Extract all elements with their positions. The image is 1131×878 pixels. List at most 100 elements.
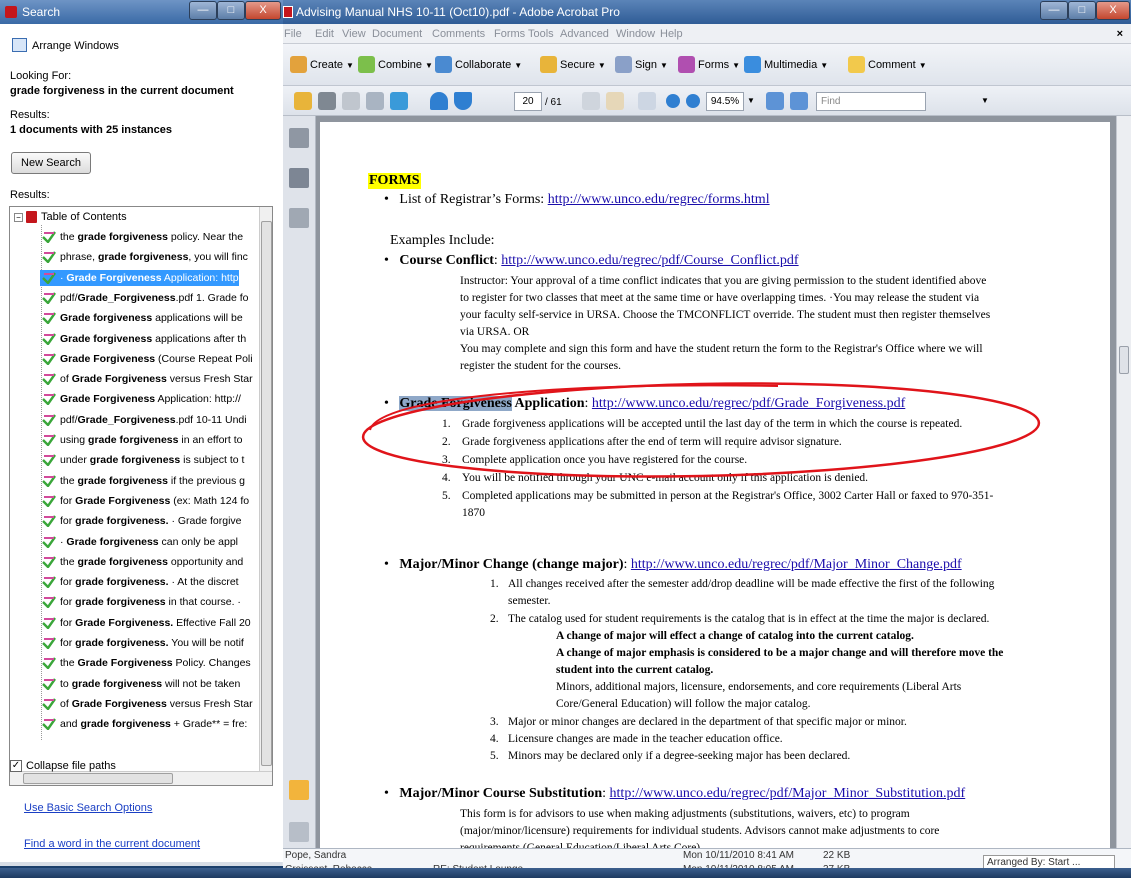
scrollbar-thumb[interactable] — [1119, 346, 1129, 374]
search-hit-icon — [42, 474, 56, 488]
collapse-icon[interactable]: − — [14, 212, 23, 222]
table-of-contents-node[interactable]: − Table of Contents — [14, 211, 127, 224]
registrar-forms-link[interactable]: http://www.unco.edu/regrec/forms.html — [548, 192, 770, 207]
find-dropdown-icon[interactable]: ▼ — [981, 96, 989, 105]
previous-page-icon[interactable] — [430, 92, 448, 110]
menu-document[interactable]: Document — [372, 28, 422, 40]
menu-help[interactable]: Help — [660, 28, 683, 40]
sign-button[interactable]: Sign ▼ — [615, 55, 668, 75]
scrollbar-thumb[interactable] — [23, 773, 173, 784]
comments-icon[interactable] — [289, 780, 309, 800]
menu-tools[interactable]: Tools — [528, 28, 554, 40]
collapse-file-paths-checkbox[interactable]: ✓ Collapse file paths — [10, 760, 116, 773]
mc-number: 1. — [490, 578, 499, 590]
minimize-button[interactable]: — — [189, 1, 217, 20]
menu-comments[interactable]: Comments — [432, 28, 485, 40]
search-result-item[interactable]: the grade forgiveness opportunity and — [40, 554, 243, 570]
zoom-in-icon[interactable] — [686, 94, 700, 108]
basic-search-options-link[interactable]: Use Basic Search Options — [24, 802, 152, 814]
results-horizontal-scrollbar[interactable] — [10, 771, 272, 785]
search-result-item[interactable]: · Grade Forgiveness Application: http — [40, 269, 239, 286]
minimize-button[interactable]: — — [1040, 1, 1068, 20]
zoom-dropdown-icon[interactable]: ▼ — [747, 96, 755, 105]
search-result-item[interactable]: for grade forgiveness. · Grade forgive — [40, 513, 242, 529]
search-result-item[interactable]: under grade forgiveness is subject to t — [40, 452, 244, 468]
search-result-item[interactable]: for grade forgiveness in that course. · — [40, 594, 241, 610]
search-result-item[interactable]: of Grade Forgiveness versus Fresh Star — [40, 371, 253, 387]
results-vertical-scrollbar[interactable] — [259, 207, 272, 771]
menu-file[interactable]: File — [284, 28, 302, 40]
combine-button[interactable]: Combine ▼ — [358, 55, 433, 75]
search-result-item[interactable]: Grade forgiveness applications after th — [40, 331, 246, 347]
search-hit-icon — [42, 271, 56, 285]
menu-edit[interactable]: Edit — [315, 28, 334, 40]
search-result-item[interactable]: Grade forgiveness applications will be — [40, 310, 243, 326]
maximize-button[interactable]: □ — [1068, 1, 1096, 20]
close-button[interactable]: X — [1096, 1, 1130, 20]
search-result-item[interactable]: pdf/Grade_Forgiveness.pdf 10-11 Undi — [40, 412, 247, 428]
marquee-zoom-icon[interactable] — [638, 92, 656, 110]
forms-button[interactable]: Forms ▼ — [678, 55, 740, 75]
menu-forms[interactable]: Forms — [494, 28, 525, 40]
menu-view[interactable]: View — [342, 28, 366, 40]
globe-icon[interactable] — [390, 92, 408, 110]
scrollbar-thumb[interactable] — [261, 221, 272, 766]
print-icon[interactable] — [318, 92, 336, 110]
hand-tool-icon[interactable] — [606, 92, 624, 110]
comment-button[interactable]: Comment ▼ — [848, 55, 927, 75]
menu-window[interactable]: Window — [616, 28, 655, 40]
search-result-item[interactable]: for grade forgiveness. You will be notif — [40, 635, 244, 651]
major-change-link[interactable]: http://www.unco.edu/regrec/pdf/Major_Min… — [631, 557, 962, 572]
new-search-button[interactable]: New Search — [11, 152, 91, 174]
find-input[interactable]: Find — [816, 92, 926, 111]
course-conflict-link[interactable]: http://www.unco.edu/regrec/pdf/Course_Co… — [501, 253, 798, 268]
search-result-item[interactable]: Grade Forgiveness Application: http:// — [40, 391, 241, 407]
substitution-link[interactable]: http://www.unco.edu/regrec/pdf/Major_Min… — [610, 786, 966, 801]
checkbox-checked-icon[interactable]: ✓ — [10, 760, 22, 773]
arrange-windows-button[interactable]: Arrange Windows — [12, 38, 119, 52]
close-document-icon[interactable]: × — [1117, 28, 1123, 40]
search-result-item[interactable]: the grade forgiveness if the previous g — [40, 473, 245, 489]
pdf-document-icon — [26, 211, 37, 224]
multimedia-button[interactable]: Multimedia ▼ — [744, 55, 828, 75]
search-result-item[interactable]: Grade Forgiveness (Course Repeat Poli — [40, 351, 253, 367]
search-result-item[interactable]: pdf/Grade_Forgiveness.pdf 1. Grade fo — [40, 290, 249, 306]
find-word-link[interactable]: Find a word in the current document — [24, 838, 200, 850]
fit-width-icon[interactable] — [766, 92, 784, 110]
bookmarks-icon[interactable] — [289, 168, 309, 188]
next-page-icon[interactable] — [454, 92, 472, 110]
secure-button[interactable]: Secure ▼ — [540, 55, 606, 75]
zoom-out-icon[interactable] — [666, 94, 680, 108]
search-result-item[interactable]: · Grade forgiveness can only be appl — [40, 534, 238, 550]
fit-page-icon[interactable] — [790, 92, 808, 110]
signatures-icon[interactable] — [289, 208, 309, 228]
zoom-level-select[interactable]: 94.5% — [706, 92, 744, 111]
search-result-item[interactable]: for grade forgiveness. · At the discret — [40, 574, 239, 590]
search-result-item[interactable]: of Grade Forgiveness versus Fresh Star — [40, 696, 253, 712]
collaborate-button[interactable]: Collaborate ▼ — [435, 55, 522, 75]
search-result-item[interactable]: the grade forgiveness policy. Near the — [40, 229, 243, 245]
document-scrollbar[interactable] — [1116, 116, 1131, 866]
search-result-item[interactable]: and grade forgiveness + Grade** = fre: — [40, 716, 247, 732]
create-button[interactable]: Create ▼ — [290, 55, 354, 75]
search-result-item[interactable]: the Grade Forgiveness Policy. Changes — [40, 655, 251, 671]
hit-prefix: the — [60, 231, 78, 243]
search-hit-icon — [42, 454, 56, 468]
menu-advanced[interactable]: Advanced — [560, 28, 609, 40]
search-result-item[interactable]: for Grade Forgiveness. Effective Fall 20 — [40, 615, 251, 631]
page-number-input[interactable]: 20 — [514, 92, 542, 111]
email-icon[interactable] — [366, 92, 384, 110]
document-view[interactable]: FORMS • List of Registrar’s Forms: http:… — [316, 116, 1116, 866]
search-result-item[interactable]: phrase, grade forgiveness, you will finc — [40, 249, 248, 265]
maximize-button[interactable]: □ — [217, 1, 245, 20]
open-folder-icon[interactable] — [294, 92, 312, 110]
pages-icon[interactable] — [289, 128, 309, 148]
search-result-item[interactable]: using grade forgiveness in an effort to — [40, 432, 243, 448]
select-text-icon[interactable] — [582, 92, 600, 110]
search-result-item[interactable]: for Grade Forgiveness (ex: Math 124 fo — [40, 493, 249, 509]
search-result-item[interactable]: to grade forgiveness will not be taken — [40, 676, 240, 692]
save-icon[interactable] — [342, 92, 360, 110]
attachments-icon[interactable] — [289, 822, 309, 842]
hit-suffix: · Grade forgive — [168, 515, 242, 528]
close-button[interactable]: X — [245, 1, 281, 20]
